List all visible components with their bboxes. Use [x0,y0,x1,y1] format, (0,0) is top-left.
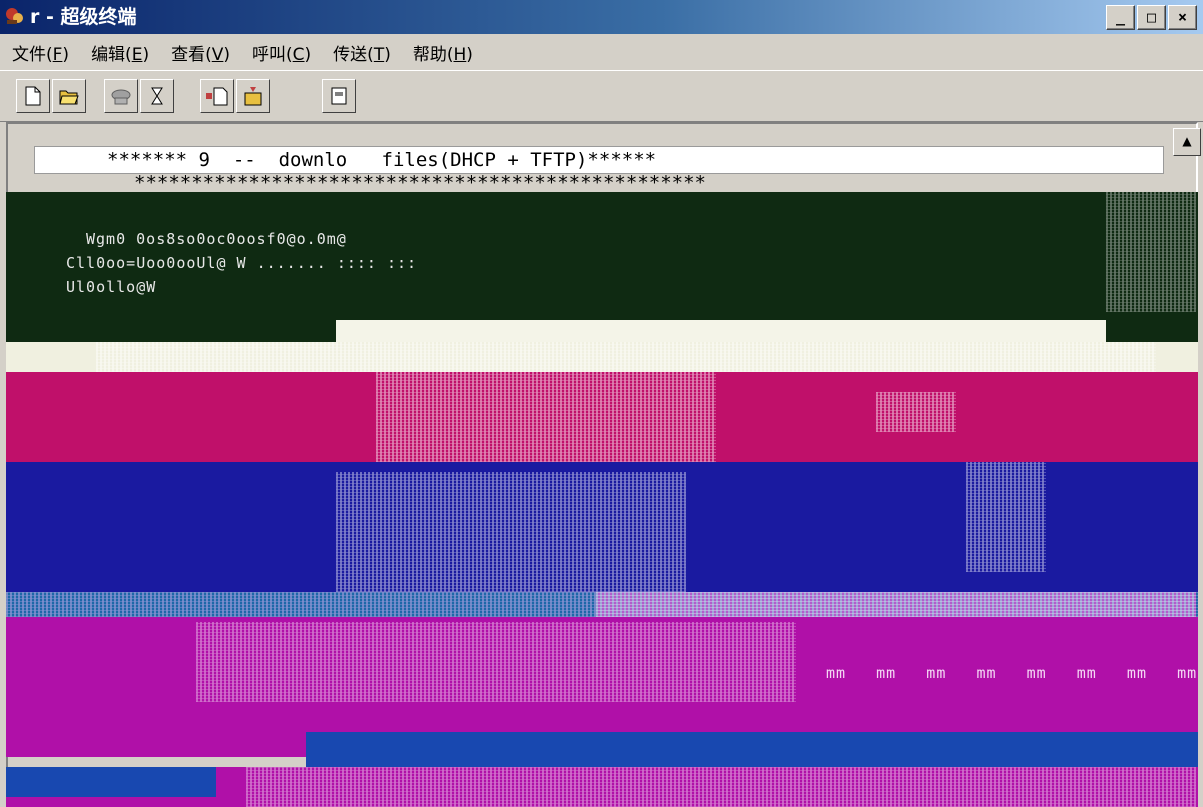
toolbar [0,70,1203,122]
garbled-text: mm mm mm mm mm mm mm mm [826,664,1198,682]
receive-file-icon [244,87,262,106]
properties-button[interactable] [322,79,356,113]
noise-block [246,767,1196,807]
scroll-up-button[interactable]: ▲ [1173,128,1201,156]
garbled-text: Wgm0 0os8so0oc0oosf0@o.0m@ [86,230,347,248]
noise-block [1106,192,1196,312]
noise-block [336,472,686,592]
menu-call[interactable]: 呼叫(C) [240,40,321,65]
menu-help[interactable]: 帮助(H) [401,40,483,65]
arrow-up-icon: ▲ [1182,134,1192,148]
garbled-text: Ul0ollo@W [66,278,157,296]
send-button[interactable] [200,79,234,113]
vertical-scrollbar[interactable]: ▲ [1173,128,1201,168]
phone-connect-icon [111,89,131,105]
maximize-button[interactable]: □ [1137,5,1166,30]
properties-icon [331,87,347,105]
noise-block [196,622,796,702]
terminal-line: ****************************************… [134,172,706,194]
new-document-button[interactable] [16,79,50,113]
title-bar: r - 超级终端 _ □ × [0,0,1203,34]
receive-button[interactable] [236,79,270,113]
garbled-text: Cll0oo=Uoo0ooUl@ W ....... :::: ::: [66,254,418,272]
send-file-icon [206,87,228,106]
corrupt-band [306,732,1198,767]
disconnect-icon [151,87,163,105]
corrupt-band [336,320,1106,342]
close-button[interactable]: × [1168,5,1197,30]
corrupted-display: Wgm0 0os8so0oc0oosf0@o.0m@ Cll0oo=Uoo0oo… [6,192,1198,807]
menu-transfer[interactable]: 传送(T) [321,40,401,65]
new-document-icon [25,86,41,106]
corrupt-band [6,767,216,797]
noise-block [596,592,1196,617]
terminal-line: ******* 9 -- downlo files(DHCP + TFTP)**… [34,146,1164,174]
open-button[interactable] [52,79,86,113]
hyperterminal-app-icon [6,8,23,24]
menu-bar: 文件(F) 编辑(E) 查看(V) 呼叫(C) 传送(T) 帮助(H) [0,34,1203,70]
noise-block [876,392,956,432]
noise-block [966,462,1046,572]
noise-block [376,372,716,462]
noise-block [96,342,1156,372]
menu-file[interactable]: 文件(F) [0,40,79,65]
disconnect-button[interactable] [140,79,174,113]
menu-edit[interactable]: 编辑(E) [79,40,159,65]
minimize-button[interactable]: _ [1106,5,1135,30]
open-folder-icon [59,90,79,105]
menu-view[interactable]: 查看(V) [159,40,240,65]
window-title: r - 超级终端 [30,6,137,28]
call-button[interactable] [104,79,138,113]
